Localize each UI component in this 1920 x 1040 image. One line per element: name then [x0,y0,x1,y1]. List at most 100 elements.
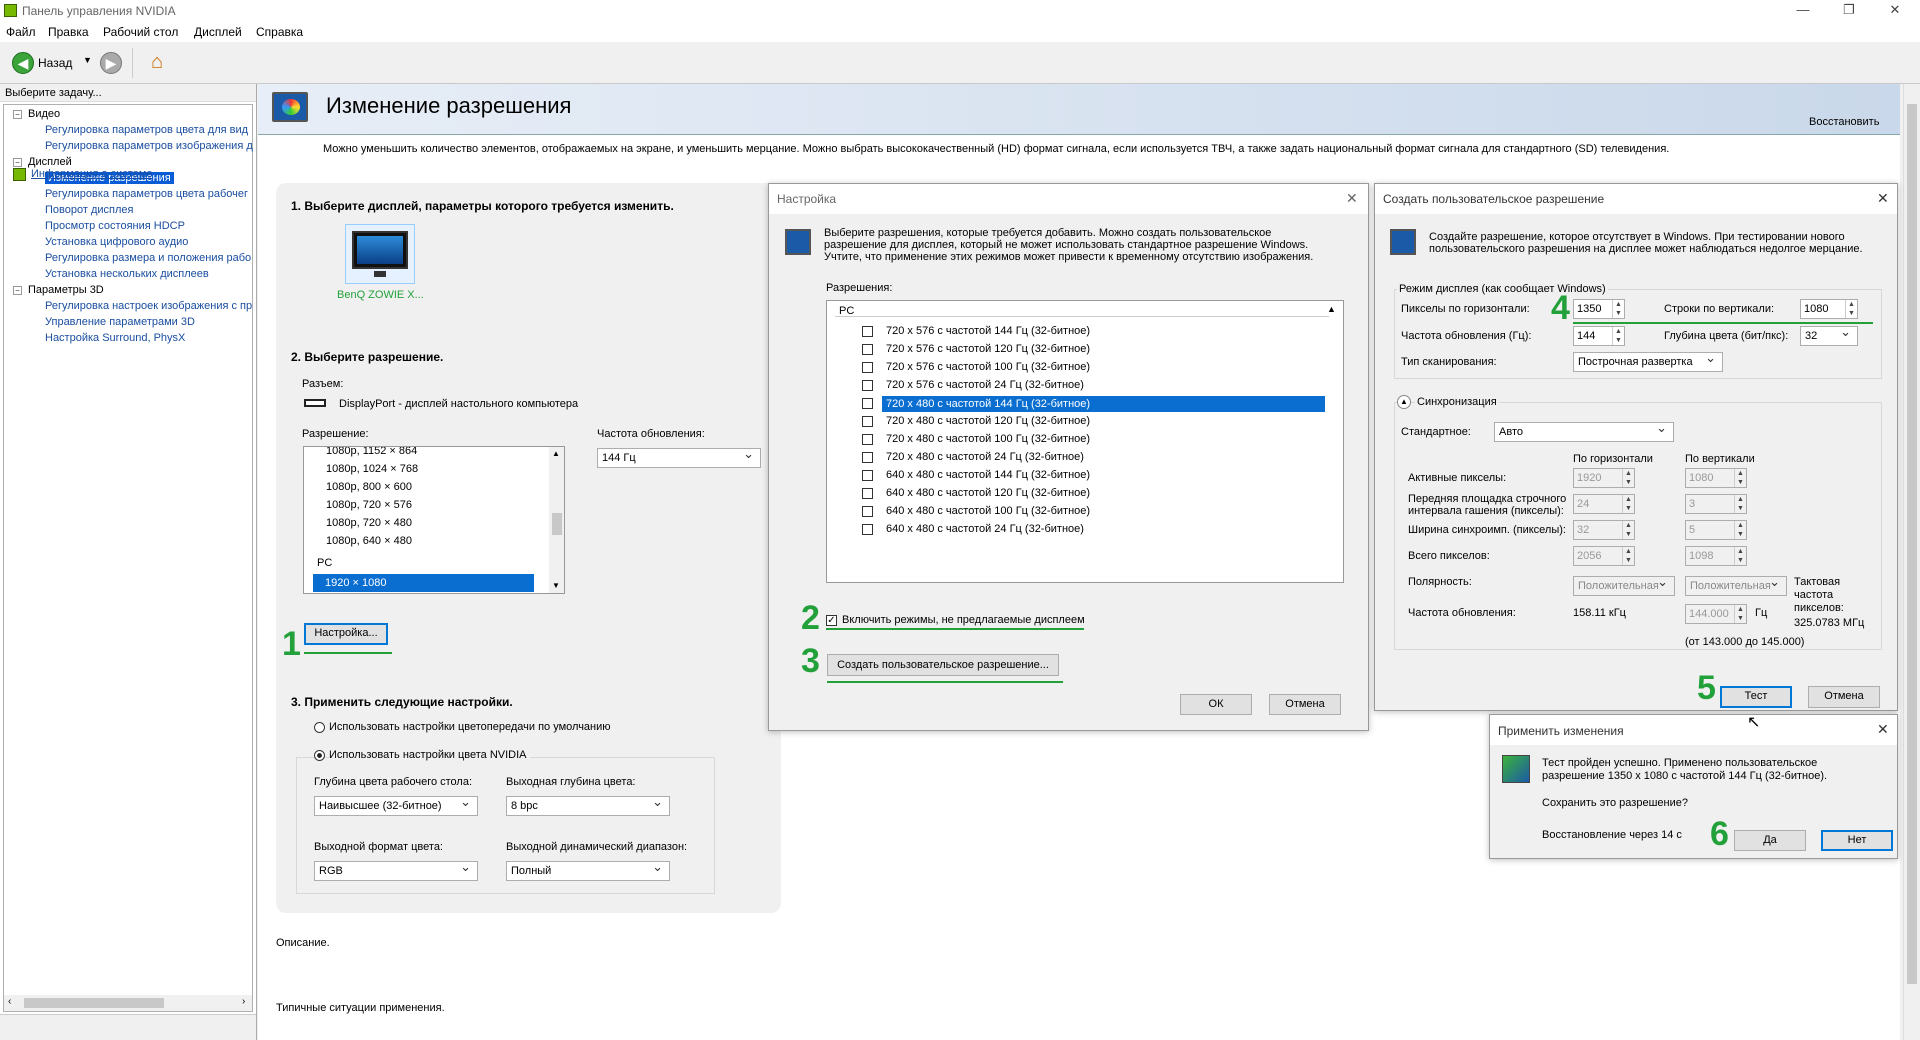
restore-defaults-link[interactable]: Восстановить [1809,116,1879,128]
tree-item[interactable]: Регулировка параметров цвета рабочег [45,188,248,200]
mode-label[interactable]: 720 x 480 с частотой 100 Гц (32-битное) [886,433,1090,445]
tree-item[interactable]: Регулировка размера и положения рабо [45,252,251,264]
polarity-h-select[interactable]: Положительная [1573,573,1675,596]
color-depth-select[interactable]: 32 [1800,323,1858,346]
vertical-scrollbar[interactable] [1903,84,1920,1040]
sync-v-input[interactable]: 5 ▲ ▼ [1685,520,1747,540]
home-icon[interactable]: ⌂ [145,50,169,74]
setup-ok-button[interactable]: ОК [1180,694,1252,715]
monitor-name[interactable]: BenQ ZOWIE X... [337,289,424,301]
tree-item[interactable]: Настройка Surround, PhysX [45,332,185,344]
h-pixels-input[interactable]: 1350 ▲ ▼ [1573,299,1625,319]
tree-toggle-icon[interactable]: − [13,158,22,167]
radio-default-label[interactable]: Использовать настройки цветопередачи по … [329,721,611,733]
mode-checkbox[interactable] [862,434,873,445]
output-format-select[interactable]: RGB [314,858,478,881]
mode-label[interactable]: 720 x 480 с частотой 120 Гц (32-битное) [886,415,1090,427]
custom-dialog-close-icon[interactable]: ✕ [1877,190,1889,207]
polarity-v-select[interactable]: Положительная [1685,573,1787,596]
minimize-button[interactable]: — [1780,0,1826,22]
output-depth-select[interactable]: 8 bpc [506,793,670,816]
setup-cancel-button[interactable]: Отмена [1269,694,1341,715]
menu-desktop[interactable]: Рабочий стол [103,25,178,39]
menu-help[interactable]: Справка [256,25,303,39]
mode-checkbox[interactable] [862,488,873,499]
mode-label[interactable]: 720 x 576 с частотой 24 Гц (32-битное) [886,379,1084,391]
mode-checkbox[interactable] [862,398,873,409]
tree-item[interactable]: Регулировка параметров изображения д [45,140,253,152]
yes-button[interactable]: Да [1734,830,1806,851]
list-item-selected[interactable]: 1920 × 1080 [313,574,534,592]
tree-toggle-icon[interactable]: − [13,286,22,295]
tree-item[interactable]: Управление параметрами 3D [45,316,195,328]
maximize-button[interactable]: ❐ [1826,0,1872,22]
test-button[interactable]: Тест [1720,686,1792,708]
tree-item[interactable]: Регулировка настроек изображения с пр [45,300,252,312]
setup-dialog-close-icon[interactable]: ✕ [1346,190,1358,207]
no-button[interactable]: Нет [1821,830,1893,851]
list-item[interactable]: 1080p, 720 × 480 [326,517,412,529]
list-item[interactable]: 1080p, 1024 × 768 [326,463,418,475]
mode-checkbox[interactable] [862,362,873,373]
active-h-input[interactable]: 1920 ▲ ▼ [1573,468,1635,488]
mode-label[interactable]: 640 x 480 с частотой 24 Гц (32-битное) [886,523,1084,535]
close-button[interactable]: ✕ [1872,0,1918,22]
apply-dialog-close-icon[interactable]: ✕ [1877,721,1889,738]
list-item[interactable]: 1080p, 720 × 576 [326,499,412,511]
mode-checkbox[interactable] [862,452,873,463]
v-lines-input[interactable]: 1080 ▲ ▼ [1800,299,1858,319]
mode-checkbox[interactable] [862,344,873,355]
menu-edit[interactable]: Правка [48,25,89,39]
tree-item[interactable]: Регулировка параметров цвета для вид [45,124,248,136]
mode-label[interactable]: 640 x 480 с частотой 144 Гц (32-битное) [886,469,1090,481]
tree-toggle-icon[interactable]: − [13,110,22,119]
resolution-list[interactable]: 1080p, 1152 × 864 1080p, 1024 × 768 1080… [303,446,565,594]
mode-label[interactable]: 720 x 480 с частотой 24 Гц (32-битное) [886,451,1084,463]
enable-modes-label[interactable]: Включить режимы, не предлагаемые дисплее… [842,614,1085,626]
refresh-rate-input[interactable]: 144 ▲ ▼ [1573,326,1625,346]
tree-item[interactable]: Установка цифрового аудио [45,236,188,248]
custom-modes-list[interactable]: PC ▲ 720 x 576 с частотой 144 Гц (32-бит… [826,300,1344,583]
back-dropdown-icon[interactable]: ▼ [83,55,92,65]
enable-modes-checkbox[interactable]: ✓ [826,615,837,626]
radio-nvidia-label[interactable]: Использовать настройки цвета NVIDIA [329,749,530,761]
v-refresh-input[interactable]: 144.000 ▲ ▼ [1685,604,1747,624]
collapse-sync-icon[interactable]: ▲ [1397,395,1411,409]
timing-standard-select[interactable]: Авто [1494,419,1674,442]
menu-display[interactable]: Дисплей [194,25,242,39]
mode-checkbox[interactable] [862,506,873,517]
tree-item[interactable]: Установка нескольких дисплеев [45,268,209,280]
list-item[interactable]: 1080p, 1152 × 864 [326,447,417,457]
refresh-rate-select[interactable]: 144 Гц [597,445,761,468]
mode-label[interactable]: 720 x 576 с частотой 120 Гц (32-битное) [886,343,1090,355]
total-v-input[interactable]: 1098 ▲ ▼ [1685,546,1747,566]
custom-cancel-button[interactable]: Отмена [1808,686,1880,708]
mode-label-selected[interactable]: 720 x 480 с частотой 144 Гц (32-битное) [882,396,1325,412]
system-info-link[interactable]: Информация о системе [31,168,152,180]
forward-arrow-icon[interactable]: ▶ [100,52,122,74]
mode-label[interactable]: 720 x 576 с частотой 100 Гц (32-битное) [886,361,1090,373]
radio-nvidia-colors[interactable] [314,750,325,761]
back-arrow-icon[interactable]: ◀ [12,52,34,74]
dynamic-range-select[interactable]: Полный [506,858,670,881]
list-item[interactable]: 1080p, 800 × 600 [326,481,412,493]
mode-checkbox[interactable] [862,326,873,337]
list-item[interactable]: 1080p, 640 × 480 [326,535,412,547]
mode-label[interactable]: 720 x 576 с частотой 144 Гц (32-битное) [886,325,1090,337]
mode-checkbox[interactable] [862,416,873,427]
mode-checkbox[interactable] [862,524,873,535]
porch-h-input[interactable]: 24 ▲ ▼ [1573,494,1635,514]
create-custom-resolution-button[interactable]: Создать пользовательское разрешение... [827,654,1059,676]
total-h-input[interactable]: 2056 ▲ ▼ [1573,546,1635,566]
collapse-group-icon[interactable]: ▲ [1327,304,1336,314]
mode-checkbox[interactable] [862,380,873,391]
monitor-tile[interactable] [345,224,415,284]
horizontal-scrollbar[interactable]: ‹ › [4,995,252,1011]
tree-node-video[interactable]: Видео [28,108,60,120]
mode-checkbox[interactable] [862,470,873,481]
list-scrollbar[interactable]: ▲ ▼ [549,447,564,593]
tree-item[interactable]: Просмотр состояния HDCP [45,220,185,232]
tree-node-3d[interactable]: Параметры 3D [28,284,104,296]
mode-label[interactable]: 640 x 480 с частотой 120 Гц (32-битное) [886,487,1090,499]
scan-type-select[interactable]: Построчная развертка [1573,349,1723,372]
